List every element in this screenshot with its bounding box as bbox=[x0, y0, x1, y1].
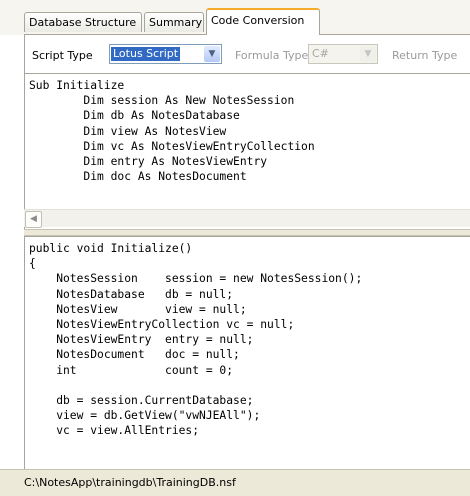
lotus-script-code[interactable]: Sub Initialize Dim session As New NotesS… bbox=[25, 74, 470, 184]
formula-type-value: C# bbox=[312, 47, 329, 60]
script-type-select[interactable]: Lotus Script ▼ bbox=[109, 44, 222, 64]
chevron-down-icon[interactable]: ▼ bbox=[204, 46, 220, 62]
script-type-value: Lotus Script bbox=[111, 47, 181, 61]
database-path: C:\NotesApp\trainingdb\TrainingDB.nsf bbox=[24, 476, 236, 489]
csharp-output-editor[interactable]: public void Initialize() { NotesSession … bbox=[24, 236, 470, 470]
tab-database-structure[interactable]: Database Structure bbox=[24, 12, 142, 32]
horizontal-scrollbar[interactable]: ◀ bbox=[24, 209, 470, 228]
return-type-label: Return Type bbox=[392, 49, 458, 62]
lotus-script-editor[interactable]: Sub Initialize Dim session As New NotesS… bbox=[24, 73, 470, 230]
editor-splitter[interactable] bbox=[24, 229, 470, 236]
status-bar: C:\NotesApp\trainingdb\TrainingDB.nsf bbox=[0, 469, 470, 496]
script-type-label: Script Type bbox=[32, 49, 93, 62]
formula-type-label: Formula Type bbox=[235, 49, 309, 62]
conversion-toolbar: Script Type Lotus Script ▼ Formula Type … bbox=[24, 35, 470, 73]
formula-type-select[interactable]: C# ▼ bbox=[308, 44, 378, 64]
tab-summary[interactable]: Summary bbox=[144, 12, 204, 32]
csharp-code[interactable]: public void Initialize() { NotesSession … bbox=[25, 237, 470, 439]
arrow-left-icon[interactable]: ◀ bbox=[25, 211, 42, 228]
chevron-down-icon[interactable]: ▼ bbox=[360, 46, 376, 62]
tab-strip: Database Structure Summary Code Conversi… bbox=[0, 0, 470, 35]
tab-code-conversion[interactable]: Code Conversion bbox=[206, 8, 320, 35]
